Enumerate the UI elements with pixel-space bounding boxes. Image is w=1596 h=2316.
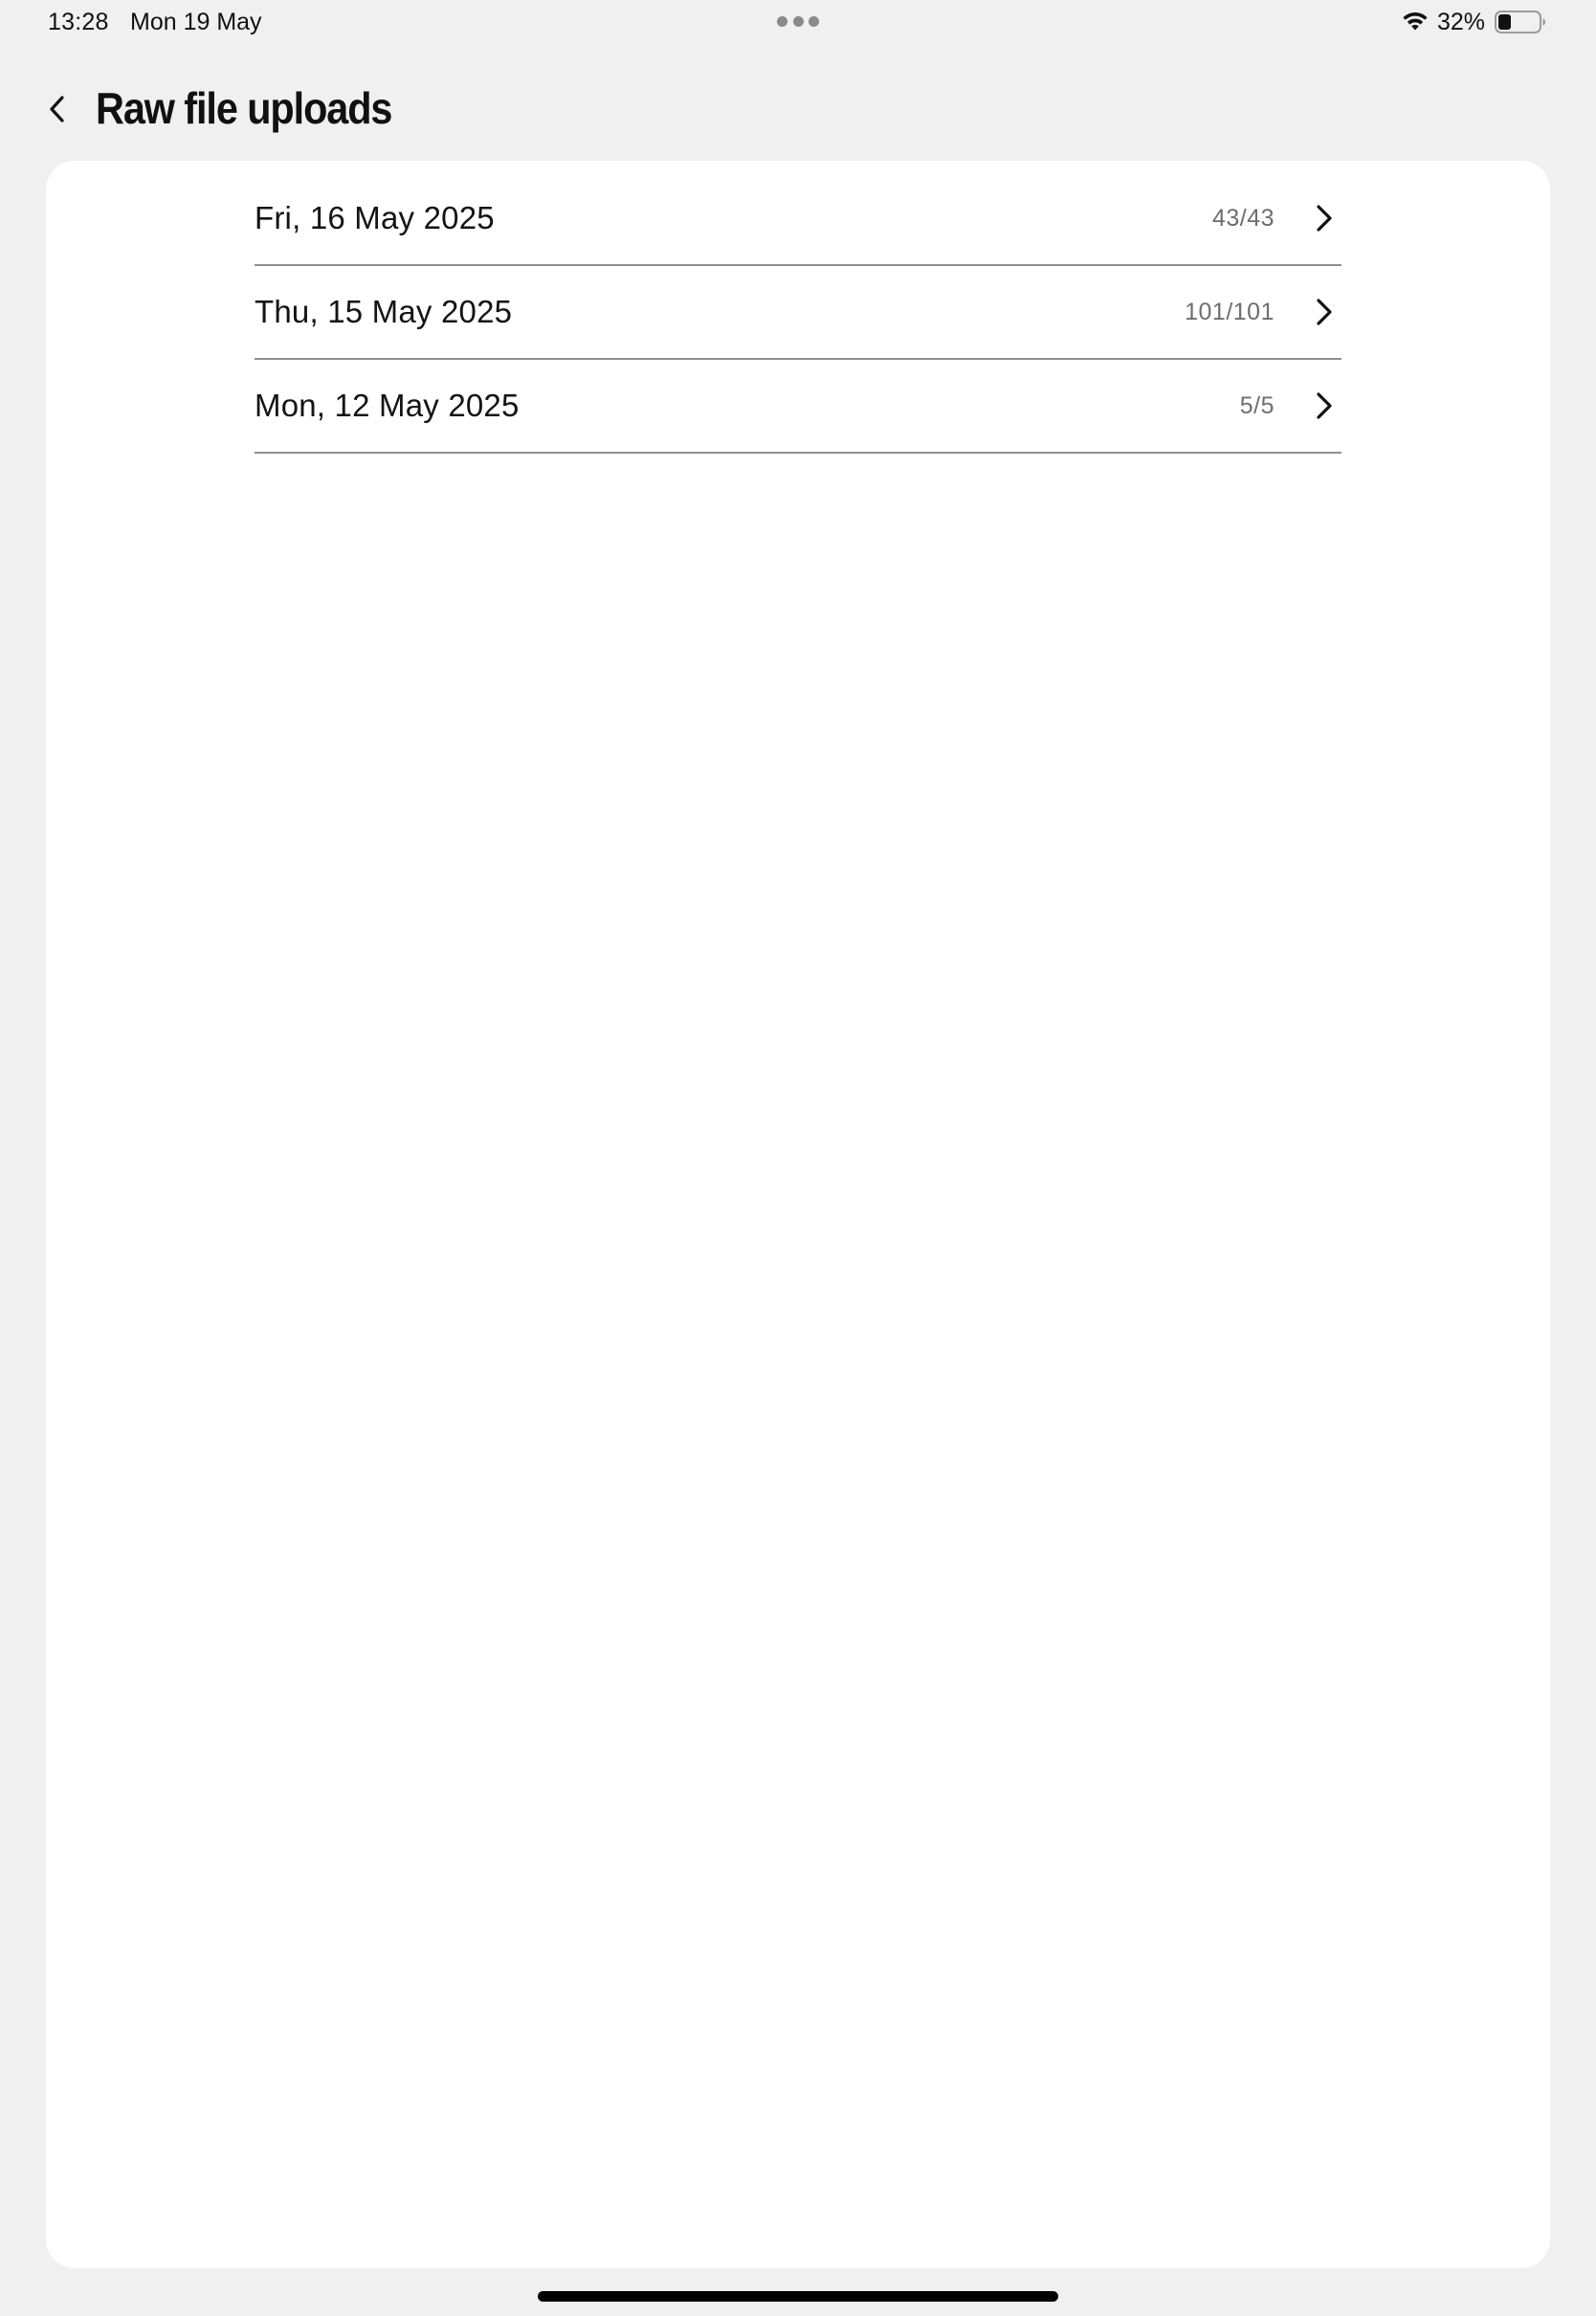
battery-icon	[1495, 11, 1545, 33]
chevron-right-icon	[1317, 299, 1332, 325]
upload-count: 5/5	[1239, 391, 1275, 419]
home-indicator[interactable]	[538, 2291, 1058, 2302]
screen: 13:28 Mon 19 May 32% Raw file uploads Fr…	[0, 0, 1596, 2316]
upload-date-row[interactable]: Mon, 12 May 2025 5/5	[255, 360, 1341, 454]
status-date: Mon 19 May	[130, 9, 262, 35]
upload-date-label: Mon, 12 May 2025	[255, 388, 520, 423]
page-title: Raw file uploads	[96, 83, 392, 133]
chevron-right-icon	[1317, 205, 1332, 232]
chevron-right-icon	[1317, 392, 1332, 419]
upload-date-label: Thu, 15 May 2025	[255, 294, 513, 329]
back-button[interactable]	[38, 88, 77, 130]
upload-date-row[interactable]: Thu, 15 May 2025 101/101	[255, 266, 1341, 360]
battery-percent: 32%	[1437, 9, 1486, 35]
status-bar: 13:28 Mon 19 May 32%	[0, 0, 1596, 46]
navigation-header: Raw file uploads	[0, 77, 1596, 142]
chevron-left-icon	[50, 96, 64, 122]
wifi-icon	[1403, 12, 1428, 31]
multitasking-dots-icon[interactable]	[777, 16, 819, 28]
uploads-card: Fri, 16 May 2025 43/43 Thu, 15 May 2025 …	[46, 161, 1550, 2268]
upload-date-label: Fri, 16 May 2025	[255, 200, 495, 235]
upload-date-list: Fri, 16 May 2025 43/43 Thu, 15 May 2025 …	[255, 172, 1341, 454]
upload-count: 43/43	[1211, 204, 1275, 232]
upload-date-row[interactable]: Fri, 16 May 2025 43/43	[255, 172, 1341, 266]
upload-count: 101/101	[1185, 298, 1275, 325]
status-time: 13:28	[48, 9, 109, 35]
